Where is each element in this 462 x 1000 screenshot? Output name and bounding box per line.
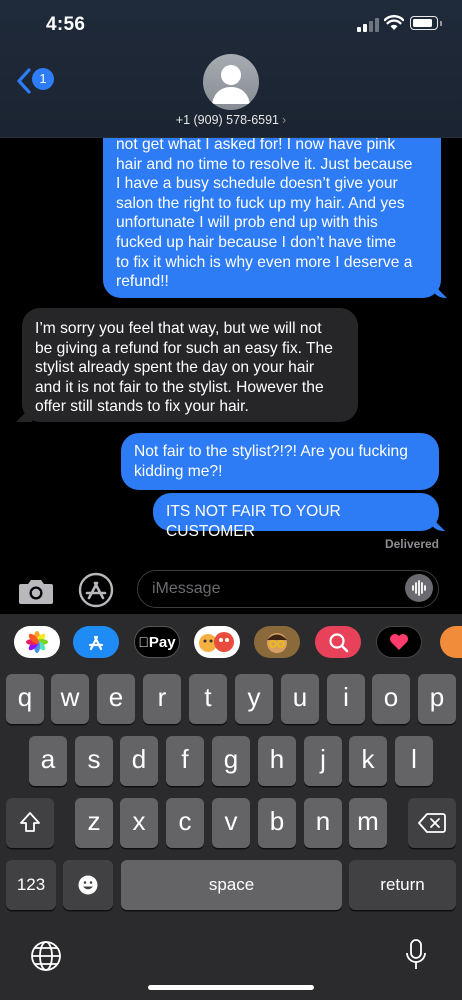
key-v[interactable]: v <box>212 798 250 848</box>
apple-logo-icon:  <box>138 634 149 650</box>
key-n[interactable]: n <box>304 798 342 848</box>
key-j[interactable]: j <box>304 736 342 786</box>
contact-avatar[interactable] <box>203 54 259 110</box>
message-line: I have a busy schedule doesn’t give your <box>116 175 398 193</box>
key-i[interactable]: i <box>327 674 365 724</box>
numbers-key[interactable]: 123 <box>6 860 56 910</box>
message-line: salon the right to fuck up my hair. And … <box>116 194 405 212</box>
digital-touch-app-icon[interactable] <box>376 626 422 658</box>
wifi-icon <box>384 15 404 30</box>
key-x[interactable]: x <box>120 798 158 848</box>
photos-app-icon[interactable] <box>14 626 60 658</box>
delivery-status: Delivered <box>384 537 439 551</box>
key-y[interactable]: y <box>235 674 273 724</box>
message-line: ITS NOT FAIR TO YOUR CUSTOMER <box>166 503 341 540</box>
apple-pay-label: Pay <box>143 633 176 651</box>
key-k[interactable]: k <box>349 736 387 786</box>
key-g[interactable]: g <box>212 736 250 786</box>
person-icon <box>212 65 250 104</box>
message-line: unfortunate I will prob end up with this <box>116 214 378 232</box>
images-search-app-icon[interactable] <box>315 626 361 658</box>
apple-pay-app-icon[interactable]: Pay <box>134 626 180 658</box>
key-z[interactable]: z <box>75 798 113 848</box>
conversation-header: 4:56 1 +1 (909) 578-6591 › <box>0 0 462 138</box>
message-input[interactable]: iMessage <box>137 570 439 608</box>
camera-icon[interactable] <box>18 577 54 605</box>
back-button[interactable]: 1 <box>16 66 56 96</box>
delete-key[interactable] <box>408 798 456 848</box>
memoji-app-icon[interactable] <box>254 626 300 658</box>
return-key[interactable]: return <box>349 860 456 910</box>
home-indicator[interactable] <box>148 985 314 990</box>
key-p[interactable]: p <box>418 674 456 724</box>
memoji-faces-icon <box>199 632 234 652</box>
emoji-key[interactable] <box>63 860 113 910</box>
message-line: offer still stands to fix your hair. <box>35 398 249 416</box>
photos-flower-icon <box>26 631 48 653</box>
message-line: Not fair to the stylist?!?! Are you fuck… <box>134 443 408 460</box>
magnifier-globe-icon <box>329 633 349 653</box>
shift-arrow-icon <box>20 812 40 832</box>
key-h[interactable]: h <box>258 736 296 786</box>
battery-icon <box>410 16 442 30</box>
key-d[interactable]: d <box>120 736 158 786</box>
app-store-icon[interactable] <box>76 572 116 608</box>
message-line: be giving a refund for such an easy fix.… <box>35 339 333 357</box>
app-store-a-icon <box>88 635 104 651</box>
key-u[interactable]: u <box>281 674 319 724</box>
app-store-app-icon[interactable] <box>73 626 119 658</box>
key-a[interactable]: a <box>29 736 67 786</box>
message-bubble-sent[interactable]: not get what I asked for! I now have pin… <box>103 120 441 298</box>
message-line: fucked up hair because I don’t have time <box>116 233 396 251</box>
imessage-app-strip: Pay <box>0 614 462 672</box>
more-apps-icon[interactable] <box>440 626 462 658</box>
key-f[interactable]: f <box>166 736 204 786</box>
animoji-app-icon[interactable] <box>194 626 240 658</box>
message-line: I’m sorry you feel that way, but we will… <box>35 320 322 337</box>
message-line: kidding me?! <box>134 462 223 480</box>
key-s[interactable]: s <box>75 736 113 786</box>
shift-key[interactable] <box>6 798 54 848</box>
globe-icon[interactable] <box>30 940 62 972</box>
key-q[interactable]: q <box>6 674 44 724</box>
message-line: and it is not fair to the stylist. Howev… <box>35 378 324 396</box>
memoji-face-icon <box>267 633 287 653</box>
cellular-signal-icon <box>357 18 379 32</box>
message-line: refund!! <box>116 273 169 291</box>
space-key[interactable]: space <box>121 860 342 910</box>
message-bubble-sent[interactable]: ITS NOT FAIR TO YOUR CUSTOMER <box>153 493 439 540</box>
key-o[interactable]: o <box>372 674 410 724</box>
keyboard: Pay <box>0 614 462 1000</box>
microphone-icon[interactable] <box>405 938 427 972</box>
key-m[interactable]: m <box>349 798 387 848</box>
contact-phone: +1 (909) 578-6591 <box>175 113 280 127</box>
message-line: stylist already spent the day on your ha… <box>35 359 315 377</box>
key-w[interactable]: w <box>51 674 89 724</box>
chevron-left-icon <box>17 68 31 94</box>
message-bubble-received[interactable]: I’m sorry you feel that way, but we will… <box>22 308 358 422</box>
heart-hand-icon <box>390 634 408 650</box>
key-c[interactable]: c <box>166 798 204 848</box>
backspace-icon <box>418 813 446 833</box>
smiley-icon <box>78 875 98 895</box>
key-r[interactable]: r <box>143 674 181 724</box>
key-e[interactable]: e <box>97 674 135 724</box>
key-b[interactable]: b <box>258 798 296 848</box>
message-line: to fix it which is why even more I deser… <box>116 253 413 271</box>
key-l[interactable]: l <box>395 736 433 786</box>
key-t[interactable]: t <box>189 674 227 724</box>
contact-name-button[interactable]: +1 (909) 578-6591 › <box>0 113 462 127</box>
status-time: 4:56 <box>46 14 86 35</box>
message-line: hair and no time to resolve it. Just bec… <box>116 155 413 173</box>
message-bubble-sent[interactable]: Not fair to the stylist?!?! Are you fuck… <box>121 433 439 490</box>
unread-count-badge: 1 <box>32 68 54 90</box>
chevron-right-icon: › <box>282 113 287 127</box>
